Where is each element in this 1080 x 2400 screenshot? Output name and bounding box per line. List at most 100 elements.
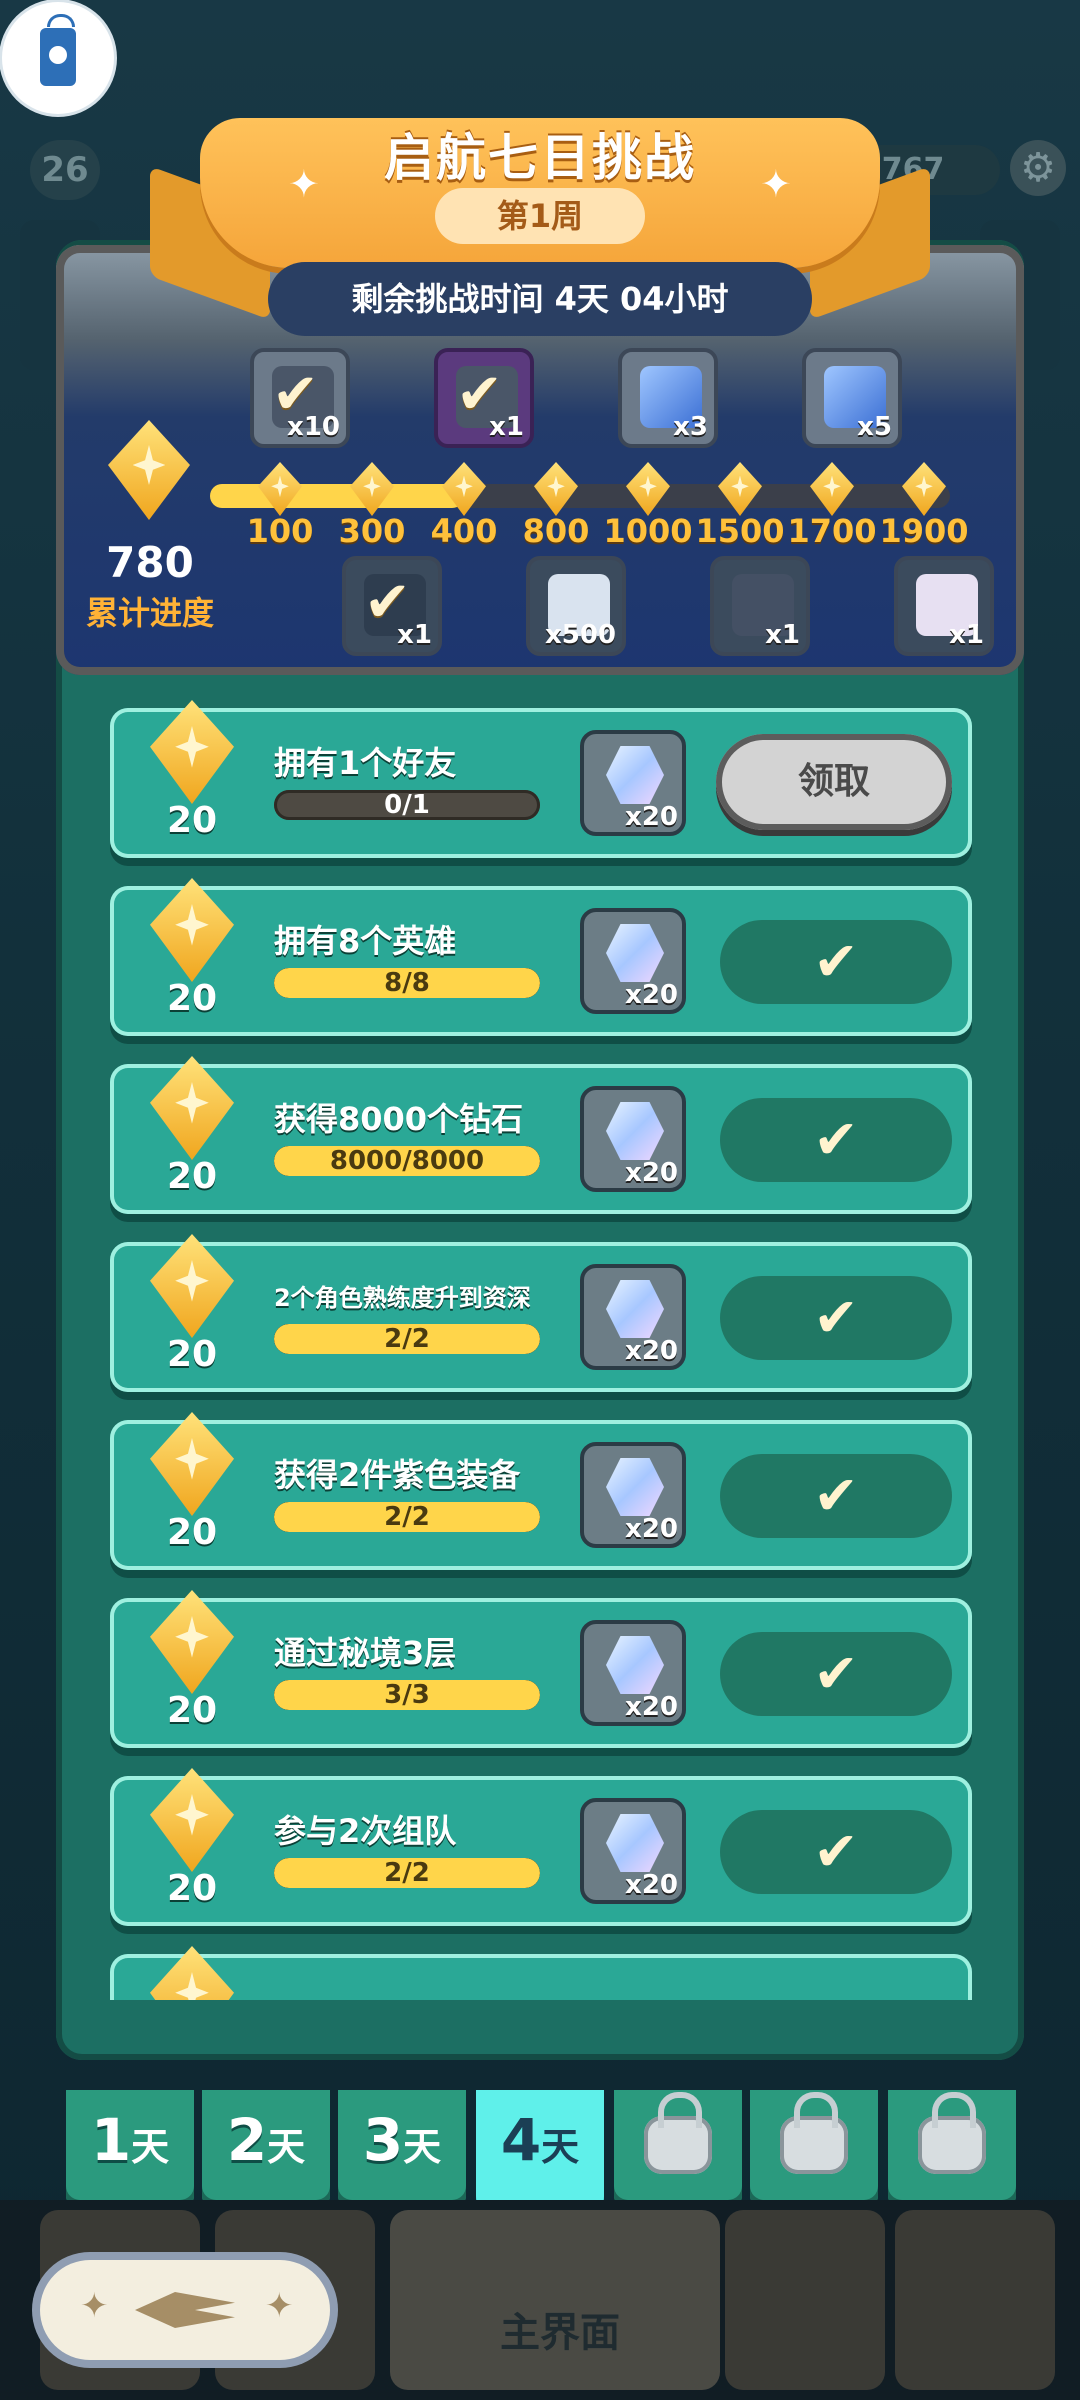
- nav-item-map[interactable]: [725, 2210, 885, 2390]
- milestone-label: 1000: [603, 512, 693, 550]
- crystal-icon: [606, 1814, 664, 1872]
- milestone-reward[interactable]: x1: [710, 556, 810, 656]
- week-label: 第1周: [435, 188, 645, 244]
- tab-day-3[interactable]: 3天: [338, 2090, 466, 2210]
- app-icon[interactable]: [2, 2, 114, 114]
- task-reward[interactable]: x20: [580, 1798, 686, 1904]
- back-button[interactable]: ✦ ✦: [40, 2260, 330, 2360]
- completed-check-icon: ✔: [720, 1276, 952, 1360]
- task-reward-qty: x20: [625, 1514, 678, 1544]
- back-arrow-icon: [135, 2292, 235, 2328]
- gem-shape: [150, 1768, 234, 1872]
- task-row: 20 获得2件紫色装备 2/2 x20 ✔: [110, 1412, 972, 1570]
- nav-item-guild[interactable]: [895, 2210, 1055, 2390]
- task-reward-qty: x20: [625, 1692, 678, 1722]
- phone-icon: [40, 28, 76, 86]
- gem-shape: [902, 462, 946, 516]
- gem-shape: [150, 878, 234, 982]
- claim-button[interactable]: 领取: [716, 734, 952, 830]
- gem-shape: [258, 462, 302, 516]
- task-row: 20 获得8000个钻石 8000/8000 x20 ✔: [110, 1056, 972, 1214]
- task-reward[interactable]: x20: [580, 730, 686, 836]
- tab-day-locked[interactable]: [750, 2090, 878, 2210]
- reward-qty: x1: [489, 412, 524, 442]
- milestone-label: 800: [522, 512, 590, 550]
- lock-icon: [918, 2092, 986, 2174]
- task-row: [110, 1946, 972, 2000]
- task-reward[interactable]: x20: [580, 1442, 686, 1548]
- reward-qty: x500: [544, 620, 616, 650]
- task-reward[interactable]: x20: [580, 1086, 686, 1192]
- milestone-label: 300: [338, 512, 406, 550]
- task-points: 20: [166, 1690, 218, 1731]
- task-row: 20 通过秘境3层 3/3 x20 ✔: [110, 1590, 972, 1748]
- milestone-reward[interactable]: ✔ x10: [250, 348, 350, 448]
- gear-icon[interactable]: ⚙: [1010, 140, 1066, 196]
- crystal-icon: [606, 924, 664, 982]
- star-icon: ✦: [288, 162, 320, 206]
- tab-day-unit: 天: [403, 2125, 442, 2169]
- milestone-label: 1900: [879, 512, 969, 550]
- task-progress-text: 8/8: [384, 968, 430, 998]
- progress-label: 累计进度: [85, 594, 214, 632]
- lock-icon: [780, 2092, 848, 2174]
- task-list[interactable]: 20 拥有1个好友 0/1 x20 领取 20 拥有8个英雄 8/8 x20 ✔ 20 获得8000个…: [106, 690, 974, 2000]
- gem-shape: [150, 1590, 234, 1694]
- milestone-reward[interactable]: x500: [526, 556, 626, 656]
- crystal-icon: [606, 1636, 664, 1694]
- task-progress-text: 0/1: [384, 790, 430, 820]
- reward-qty: x1: [949, 620, 984, 650]
- milestone-gem-icon: [902, 462, 946, 516]
- milestone-label: 100: [246, 512, 314, 550]
- milestone-label: 1700: [787, 512, 877, 550]
- task-points-gem-icon: [150, 1412, 234, 1516]
- gem-shape: [810, 462, 854, 516]
- gem-shape: [150, 1234, 234, 1338]
- player-level: 26: [30, 140, 100, 200]
- milestone-gem-icon: [258, 462, 302, 516]
- task-reward-qty: x20: [625, 1336, 678, 1366]
- gem-shape: [150, 700, 234, 804]
- task-progress-text: 2/2: [384, 1858, 430, 1888]
- gem-shape: [150, 1946, 234, 2000]
- task-row: 20 2个角色熟练度升到资深 2/2 x20 ✔: [110, 1234, 972, 1392]
- milestone-reward[interactable]: x5: [802, 348, 902, 448]
- tab-day-unit: 天: [131, 2125, 170, 2169]
- milestone-reward[interactable]: ✔ x1: [342, 556, 442, 656]
- lock-icon: [644, 2092, 712, 2174]
- tab-day-unit: 天: [541, 2125, 580, 2169]
- task-progress-bar: 0/1: [274, 790, 540, 820]
- task-points-gem-icon: [150, 1590, 234, 1694]
- task-progress-text: 2/2: [384, 1502, 430, 1532]
- milestone-reward[interactable]: x1: [894, 556, 994, 656]
- tab-day-1[interactable]: 1天: [66, 2090, 194, 2210]
- task-name: 2个角色熟练度升到资深: [274, 1284, 531, 1312]
- gem-shape: [150, 1056, 234, 1160]
- task-row: 20 拥有1个好友 0/1 x20 领取: [110, 700, 972, 858]
- task-reward[interactable]: x20: [580, 1620, 686, 1726]
- task-name: 参与2次组队: [274, 1812, 457, 1850]
- tab-day-locked[interactable]: [888, 2090, 1016, 2210]
- tab-day-locked[interactable]: [614, 2090, 742, 2210]
- milestone-reward[interactable]: ✔ x1: [434, 348, 534, 448]
- milestone-gem-icon: [442, 462, 486, 516]
- task-progress-text: 2/2: [384, 1324, 430, 1354]
- completed-check-icon: ✔: [720, 1454, 952, 1538]
- task-points: 20: [166, 1334, 218, 1375]
- task-progress-bar: 2/2: [274, 1858, 540, 1888]
- tab-day-2[interactable]: 2天: [202, 2090, 330, 2210]
- gem-shape: [626, 462, 670, 516]
- task-name: 拥有8个英雄: [274, 922, 457, 960]
- crystal-icon: [606, 1458, 664, 1516]
- task-reward[interactable]: x20: [580, 908, 686, 1014]
- task-points-gem-icon: [150, 1056, 234, 1160]
- task-name: 获得8000个钻石: [274, 1100, 524, 1138]
- task-progress-bar: 8/8: [274, 968, 540, 998]
- tab-day-number: 1: [90, 2106, 132, 2174]
- task-name: 获得2件紫色装备: [274, 1456, 521, 1494]
- task-reward[interactable]: x20: [580, 1264, 686, 1370]
- page-title: 启航七日挑战: [384, 129, 696, 187]
- task-points-gem-icon: [150, 1946, 234, 2000]
- task-progress-bar: 8000/8000: [274, 1146, 540, 1176]
- milestone-reward[interactable]: x3: [618, 348, 718, 448]
